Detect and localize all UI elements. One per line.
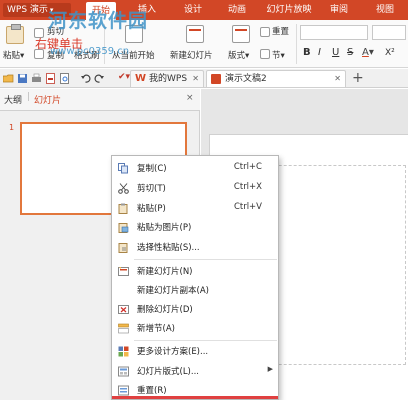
menu-item-new-slide[interactable]: 新建幻灯片(N) bbox=[112, 262, 278, 281]
menu-item-cut[interactable]: 剪切(T) Ctrl+X bbox=[112, 179, 278, 198]
close-panel-button[interactable]: × bbox=[186, 93, 194, 103]
superscript-button[interactable]: X² bbox=[385, 47, 395, 59]
paste-picture-icon bbox=[118, 223, 129, 233]
tab-slides[interactable]: 幻灯片 bbox=[34, 93, 61, 106]
preview-icon[interactable] bbox=[59, 73, 70, 84]
menu-item-paste-special[interactable]: 选择性粘贴(S)... bbox=[112, 238, 278, 257]
thumbnail-text: 右键单击 bbox=[35, 37, 84, 51]
strikethrough-button[interactable]: S bbox=[347, 47, 353, 59]
tab-separator: | bbox=[27, 92, 31, 102]
menu-item-duplicate-slide[interactable]: 新建幻灯片副本(A) bbox=[112, 281, 278, 300]
font-color-button[interactable]: A▾ bbox=[362, 47, 374, 59]
menu-item-more-designs[interactable]: 更多设计方案(E)... bbox=[112, 342, 278, 361]
menu-item-delete-slide[interactable]: 删除幻灯片(D) bbox=[112, 300, 278, 319]
menu-separator bbox=[134, 259, 277, 260]
app-logo-label: WPS 演示 bbox=[7, 5, 48, 15]
tab-slideshow[interactable]: 幻灯片放映 bbox=[262, 0, 316, 20]
close-icon[interactable]: ✕ bbox=[192, 71, 199, 87]
tab-animation[interactable]: 动画 bbox=[224, 0, 250, 20]
reset-icon bbox=[118, 385, 129, 396]
italic-button[interactable]: I bbox=[318, 47, 321, 59]
menu-item-new-section[interactable]: 新增节(A) bbox=[112, 319, 278, 338]
doc-tab-my-wps[interactable]: W 我的WPS ✕ bbox=[130, 70, 204, 87]
wps-logo-icon: W bbox=[135, 73, 147, 84]
layout-icon[interactable] bbox=[232, 25, 250, 43]
add-tab-button[interactable]: + bbox=[352, 70, 364, 86]
section-icon bbox=[260, 49, 270, 59]
new-slide-button[interactable]: 新建幻灯片 bbox=[170, 50, 213, 62]
undo-icon[interactable] bbox=[80, 73, 91, 84]
font-size-select[interactable] bbox=[372, 25, 406, 40]
document-tabs-bar: ✔▾ W 我的WPS ✕ 演示文稿2 ✕ + bbox=[0, 69, 408, 88]
copy-icon bbox=[118, 163, 128, 174]
menu-item-copy[interactable]: 复制(C) Ctrl+C bbox=[112, 159, 278, 178]
layout-button[interactable]: 版式▾ bbox=[228, 50, 249, 62]
new-slide-icon[interactable] bbox=[186, 25, 204, 43]
menu-highlight-edge bbox=[112, 396, 278, 399]
paste-icon bbox=[118, 203, 128, 214]
pdf-icon[interactable] bbox=[45, 73, 56, 84]
doc-tab-label: 我的WPS bbox=[149, 74, 188, 84]
divider bbox=[296, 24, 297, 64]
menu-item-paste[interactable]: 粘贴(P) Ctrl+V bbox=[112, 199, 278, 218]
redo-icon[interactable] bbox=[94, 73, 105, 84]
tab-outline[interactable]: 大纲 bbox=[4, 93, 22, 106]
watermark-text: 河东软件园 bbox=[48, 10, 149, 32]
layout-icon bbox=[118, 366, 129, 377]
paste-icon[interactable] bbox=[6, 24, 24, 44]
paste-button[interactable]: 粘贴▾ bbox=[3, 50, 24, 62]
scissors-icon bbox=[118, 183, 129, 194]
font-name-select[interactable] bbox=[300, 25, 368, 40]
reset-button[interactable]: 重置 bbox=[272, 26, 289, 38]
design-icon bbox=[118, 346, 129, 357]
doc-tab-label: 演示文稿2 bbox=[225, 74, 267, 84]
presentation-file-icon bbox=[211, 74, 221, 84]
menu-item-paste-as-picture[interactable]: 粘贴为图片(P) bbox=[112, 218, 278, 237]
open-folder-icon[interactable] bbox=[3, 73, 14, 84]
print-icon[interactable] bbox=[31, 73, 42, 84]
context-menu: 复制(C) Ctrl+C 剪切(T) Ctrl+X 粘贴(P) Ctrl+V 粘… bbox=[111, 155, 279, 400]
tab-design[interactable]: 设计 bbox=[180, 0, 206, 20]
new-section-icon bbox=[118, 323, 129, 334]
new-slide-icon bbox=[118, 267, 129, 276]
submenu-arrow-icon: ▶ bbox=[267, 365, 273, 373]
underline-button[interactable]: U bbox=[332, 47, 339, 59]
paste-special-icon bbox=[118, 243, 128, 253]
bold-button[interactable]: B bbox=[303, 47, 311, 59]
save-icon[interactable] bbox=[17, 73, 28, 84]
tab-view[interactable]: 视图 bbox=[372, 0, 398, 20]
menu-separator bbox=[134, 340, 277, 341]
panel-tabs: 大纲 | 幻灯片 × bbox=[0, 89, 200, 111]
delete-slide-icon bbox=[118, 305, 129, 314]
menu-item-slide-layout[interactable]: 幻灯片版式(L)... ▶ bbox=[112, 362, 278, 381]
close-icon[interactable]: ✕ bbox=[334, 71, 341, 87]
reset-icon bbox=[260, 27, 270, 37]
section-button[interactable]: 节▾ bbox=[272, 50, 285, 62]
pin-icon[interactable]: ✔▾ bbox=[118, 72, 130, 82]
slide-number: 1 bbox=[9, 123, 15, 132]
doc-tab-presentation[interactable]: 演示文稿2 ✕ bbox=[206, 70, 346, 87]
tab-review[interactable]: 审阅 bbox=[326, 0, 352, 20]
